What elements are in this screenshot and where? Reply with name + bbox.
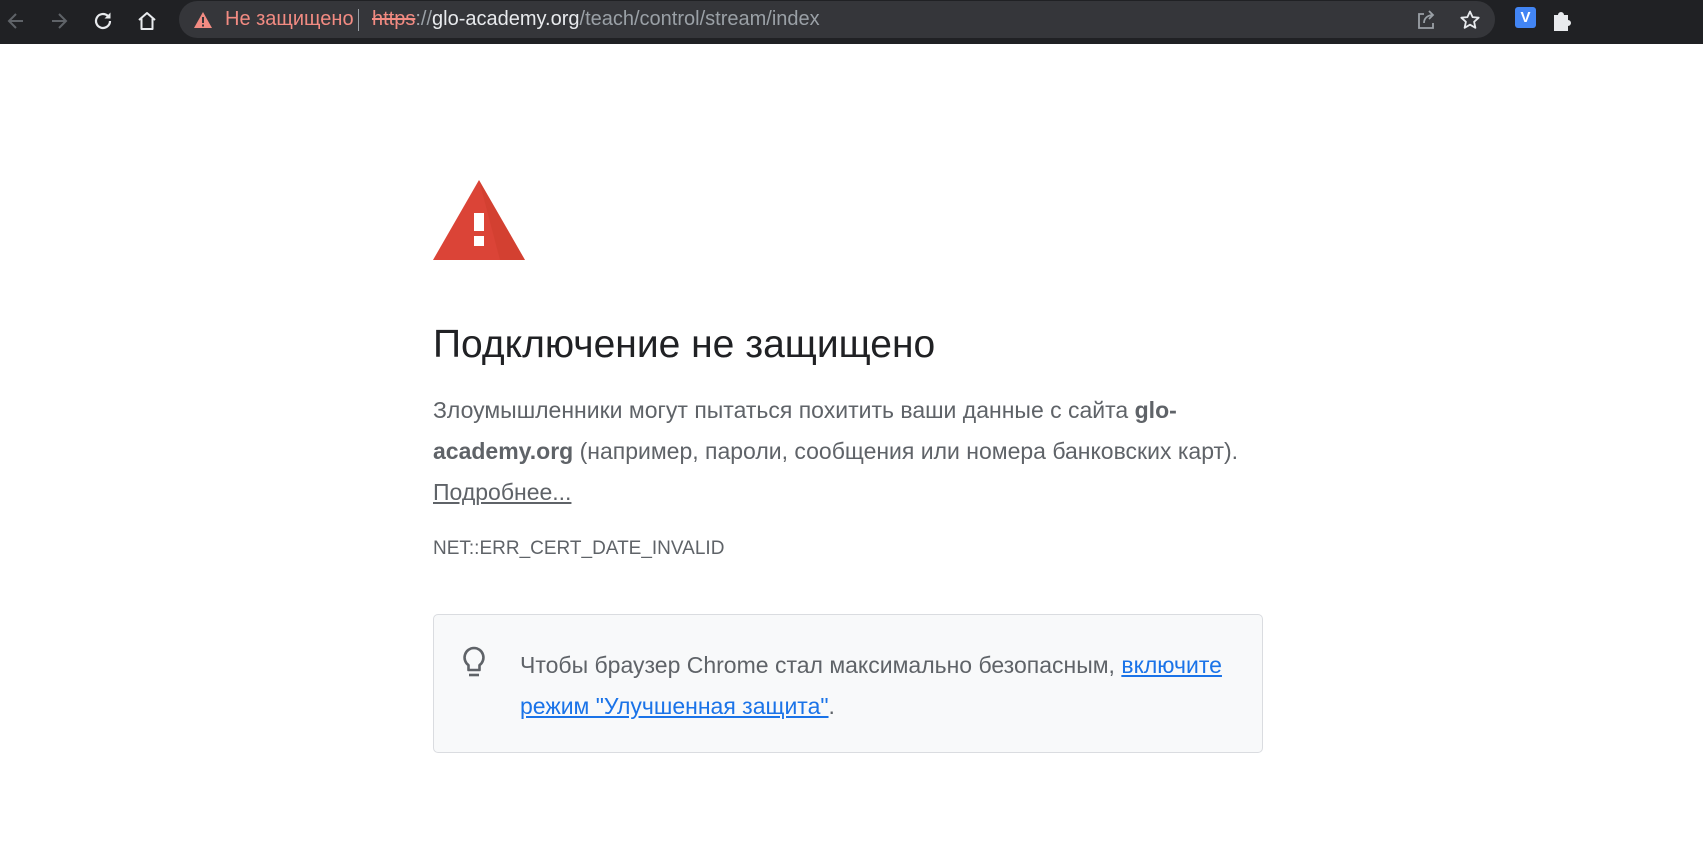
reload-button[interactable] [86, 4, 120, 38]
promo-text: Чтобы браузер Chrome стал максимально бе… [520, 645, 1240, 727]
lightbulb-icon [463, 646, 485, 677]
puzzle-icon[interactable] [1550, 6, 1574, 32]
share-button[interactable] [1411, 5, 1441, 35]
reload-icon [94, 12, 112, 30]
extension-v-button[interactable]: V [1515, 7, 1536, 28]
address-bar[interactable]: Не защищено https://glo-academy.org/teac… [179, 1, 1495, 38]
browser-toolbar: Не защищено https://glo-academy.org/teac… [0, 0, 1703, 44]
home-icon [138, 12, 156, 30]
bookmark-button[interactable] [1455, 5, 1485, 35]
url-separator: :// [415, 8, 433, 30]
omnibox-divider [358, 9, 359, 31]
explanation-text: Злоумышленники могут пытаться похитить в… [433, 390, 1263, 513]
url-scheme: https [372, 8, 416, 30]
url-host: glo-academy.org [432, 8, 580, 30]
home-button[interactable] [130, 4, 164, 38]
warning-icon [194, 11, 212, 28]
share-icon [1418, 10, 1435, 29]
forward-arrow-icon [52, 13, 68, 29]
page-title: Подключение не защищено [433, 323, 936, 366]
url-text[interactable]: https://glo-academy.org/teach/control/st… [372, 1, 820, 38]
star-icon [1460, 10, 1480, 29]
back-arrow-icon [7, 13, 23, 29]
explanation-text-start: Злоумышленники могут пытаться похитить в… [433, 397, 1135, 423]
security-label: Не защищено [225, 8, 354, 30]
learn-more-link[interactable]: Подробнее... [433, 479, 571, 505]
promo-text-start: Чтобы браузер Chrome стал максимально бе… [520, 652, 1122, 678]
error-code: NET::ERR_CERT_DATE_INVALID [433, 538, 725, 559]
enhanced-protection-promo: Чтобы браузер Chrome стал максимально бе… [433, 614, 1263, 753]
back-button[interactable] [0, 4, 33, 38]
security-chip[interactable]: Не защищено [193, 1, 354, 38]
danger-triangle-icon [433, 180, 525, 260]
forward-button[interactable] [42, 4, 76, 38]
url-path: /teach/control/stream/index [579, 8, 820, 30]
promo-text-end: . [828, 693, 835, 719]
explanation-text-end: (например, пароли, сообщения или номера … [573, 438, 1239, 464]
